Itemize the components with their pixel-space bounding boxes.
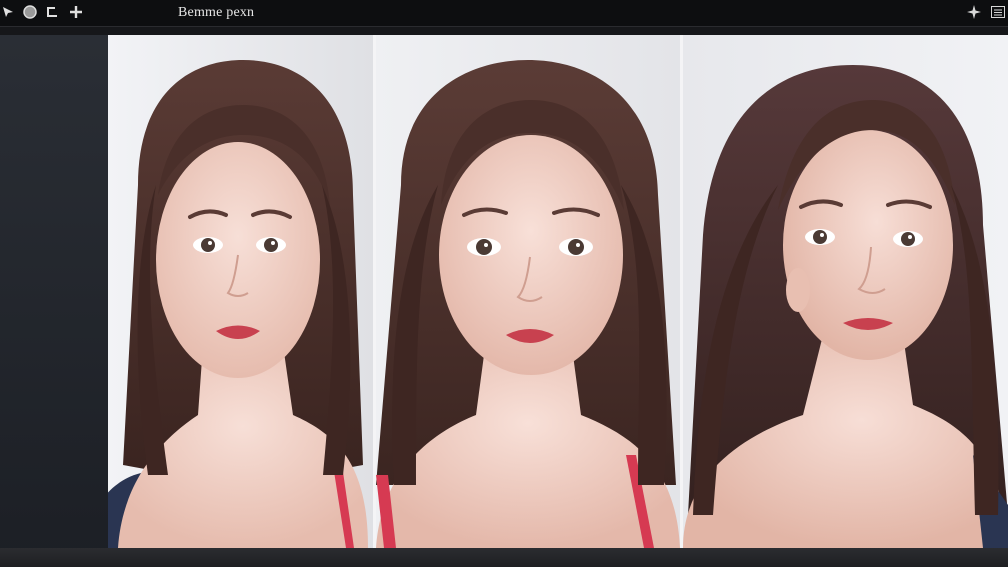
menu-icon[interactable]: [990, 4, 1006, 20]
pointer-icon[interactable]: [0, 4, 16, 20]
left-side-panel: [0, 35, 108, 567]
portrait-image-1: [108, 35, 374, 548]
window-title: Bemme pexn: [178, 5, 255, 20]
portrait-panel-1[interactable]: [108, 35, 374, 548]
portrait-panel-2[interactable]: [376, 35, 680, 548]
bottom-status-bar: [0, 548, 1008, 567]
portrait-image-3: [683, 35, 1008, 548]
circle-icon[interactable]: [22, 4, 38, 20]
top-toolbar: Bemme pexn: [0, 0, 1008, 27]
portrait-image-2: [376, 35, 680, 548]
portrait-panel-3[interactable]: [683, 35, 1008, 548]
toolbar-separator: [0, 27, 1008, 35]
crop-icon[interactable]: [44, 4, 60, 20]
sparkle-icon[interactable]: [966, 4, 982, 20]
add-icon[interactable]: [68, 4, 84, 20]
